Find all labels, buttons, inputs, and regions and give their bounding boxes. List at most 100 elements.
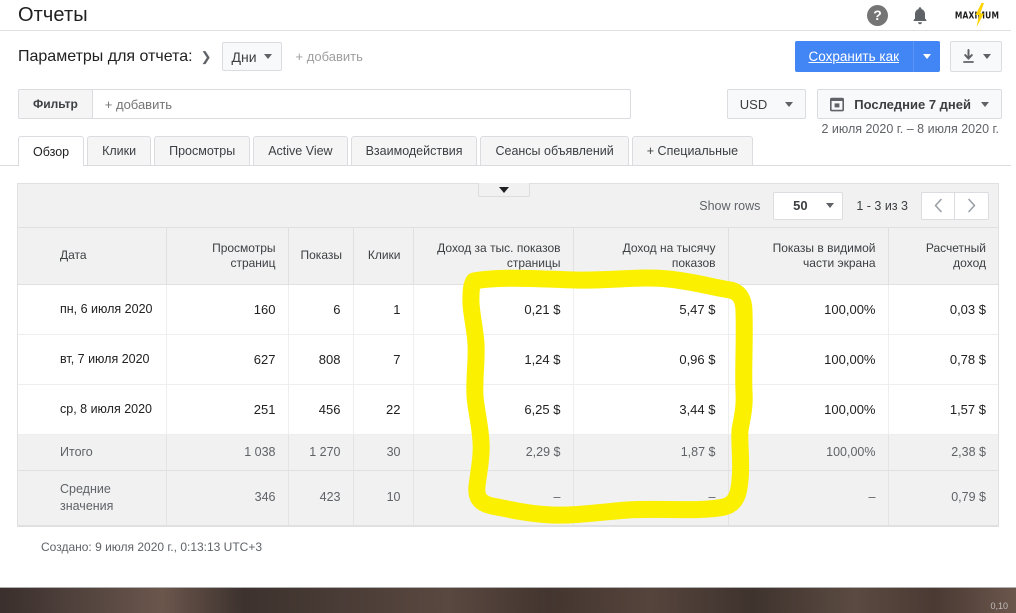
dimension-chip-days[interactable]: Дни <box>221 42 282 71</box>
tab-kliki[interactable]: Клики <box>87 136 152 165</box>
cell-total-viewable: 100,00% <box>728 434 889 471</box>
prev-page-button[interactable] <box>921 191 955 220</box>
date-range-text: 2 июля 2020 г. – 8 июля 2020 г. <box>821 122 999 136</box>
bottom-strip-number: 0,10 <box>990 601 1008 611</box>
cell-date: пн, 6 июля 2020 <box>18 284 167 335</box>
date-range-select[interactable]: Последние 7 дней <box>817 89 1002 119</box>
lightning-bolt-icon <box>975 3 984 27</box>
currency-select[interactable]: USD <box>726 89 807 119</box>
pagination-controls <box>921 191 989 220</box>
add-dimension-link[interactable]: + добавить <box>296 49 363 64</box>
params-actions: Сохранить как <box>794 41 1002 72</box>
top-bar: Отчеты ? MAXIMUM <box>0 0 1016 30</box>
cell-page-views: 160 <box>166 284 289 335</box>
tab-obzor[interactable]: Обзор <box>18 136 85 166</box>
filter-right-controls: USD Последние 7 дней <box>726 89 1002 119</box>
reports-page: Отчеты ? MAXIMUM Параметры для отчета: ❯… <box>0 0 1016 613</box>
next-page-button[interactable] <box>955 191 989 220</box>
cell-average-impression-rpm: – <box>573 470 729 526</box>
show-rows-label: Show rows <box>699 198 761 213</box>
filter-input[interactable] <box>92 90 630 118</box>
table-header-row: Дата Просмотры страниц Показы Клики Дохо… <box>18 228 998 285</box>
cell-impression-rpm: 0,96 $ <box>573 334 729 385</box>
chevron-right-icon <box>968 198 976 213</box>
report-params-label: Параметры для отчета: <box>18 47 193 65</box>
params-chevron-right-icon: ❯ <box>200 48 212 64</box>
tab-label: Active View <box>268 144 333 158</box>
filter-box: Фильтр <box>18 89 631 119</box>
cell-impression-rpm: 5,47 $ <box>573 284 729 335</box>
tab-prosmotry[interactable]: Просмотры <box>154 136 251 165</box>
cell-clicks: 22 <box>353 384 414 435</box>
table-row: ср, 8 июля 2020 251 456 22 6,25 $ 3,44 $… <box>18 384 998 435</box>
column-header-estimated-earnings[interactable]: Расчетный доход <box>888 228 998 285</box>
cell-average-page-rpm: – <box>413 470 574 526</box>
tab-seansy-obyavleniy[interactable]: Сеансы объявлений <box>480 136 629 165</box>
tab-vzaimodeystviya[interactable]: Взаимодействия <box>350 136 478 165</box>
chevron-down-icon <box>499 186 509 193</box>
rows-per-page-select[interactable]: 50 <box>773 191 844 220</box>
cell-total-clicks: 30 <box>353 434 414 471</box>
column-header-viewable-impressions[interactable]: Показы в видимой части экрана <box>728 228 889 285</box>
report-table: Дата Просмотры страниц Показы Клики Дохо… <box>18 228 998 526</box>
column-header-clicks[interactable]: Клики <box>353 228 414 285</box>
report-tabs: Обзор Клики Просмотры Active View Взаимо… <box>0 136 1016 166</box>
chevron-down-icon <box>826 203 835 208</box>
chevron-left-icon <box>934 198 942 213</box>
download-icon <box>963 48 974 63</box>
tab-label: Обзор <box>33 144 70 159</box>
filter-label: Фильтр <box>19 90 93 118</box>
tab-label: Взаимодействия <box>365 144 463 158</box>
cell-impressions: 6 <box>288 284 354 335</box>
cell-average-label: Средние значения <box>18 470 167 526</box>
cell-total-page-rpm: 2,29 $ <box>413 434 574 471</box>
cell-total-label: Итого <box>18 434 167 471</box>
save-as-button[interactable]: Сохранить как <box>794 41 913 72</box>
cell-average-viewable: – <box>728 470 889 526</box>
save-as-dropdown-button[interactable] <box>913 41 940 72</box>
cell-estimated-earnings: 0,03 $ <box>888 284 998 335</box>
dimension-chip-label: Дни <box>231 48 257 65</box>
cell-page-rpm: 0,21 $ <box>413 284 574 335</box>
column-header-page-views[interactable]: Просмотры страниц <box>166 228 289 285</box>
tab-spetsialnye[interactable]: + Специальные <box>631 136 754 165</box>
tab-active-view[interactable]: Active View <box>253 136 348 165</box>
bottom-page-strip: 0,10 <box>0 587 1016 613</box>
column-header-page-rpm[interactable]: Доход за тыс. показов страницы <box>413 228 574 285</box>
table-row: пн, 6 июля 2020 160 6 1 0,21 $ 5,47 $ 10… <box>18 284 998 335</box>
chevron-down-icon <box>983 54 991 59</box>
column-header-impression-rpm[interactable]: Доход на тысячу показов <box>573 228 729 285</box>
help-circle-icon[interactable]: ? <box>867 4 888 26</box>
cell-page-views: 627 <box>166 334 289 385</box>
calendar-icon <box>830 97 845 111</box>
tab-label: Сеансы объявлений <box>495 144 614 158</box>
download-button[interactable] <box>950 41 1002 72</box>
notifications-bell-icon[interactable] <box>910 5 930 26</box>
cell-date: ср, 8 июля 2020 <box>18 384 167 435</box>
report-table-card: Show rows 50 1 - 3 из 3 Дата Просмотры с… <box>17 183 999 527</box>
cell-average-impressions: 423 <box>288 470 354 526</box>
date-range-label: Последние 7 дней <box>854 96 971 112</box>
report-area: Show rows 50 1 - 3 из 3 Дата Просмотры с… <box>0 183 1016 554</box>
cell-impression-rpm: 3,44 $ <box>573 384 729 435</box>
cell-viewable: 100,00% <box>728 334 889 385</box>
cell-impressions: 456 <box>288 384 354 435</box>
cell-date: вт, 7 июля 2020 <box>18 334 167 385</box>
tab-label: Клики <box>102 144 137 158</box>
report-params-row: Параметры для отчета: ❯ Дни + добавить С… <box>0 30 1016 82</box>
column-header-date[interactable]: Дата <box>18 228 167 285</box>
column-header-impressions[interactable]: Показы <box>288 228 354 285</box>
chevron-down-icon <box>785 101 794 107</box>
page-title: Отчеты <box>18 4 88 26</box>
collapse-chart-toggle[interactable] <box>478 183 530 197</box>
chevron-down-icon <box>981 101 989 107</box>
cell-total-impressions: 1 270 <box>288 434 354 471</box>
right-gutter <box>1011 0 1016 587</box>
cell-page-rpm: 1,24 $ <box>413 334 574 385</box>
cell-estimated-earnings: 0,78 $ <box>888 334 998 385</box>
chevron-down-icon <box>923 54 931 59</box>
cell-viewable: 100,00% <box>728 284 889 335</box>
cell-average-page-views: 346 <box>166 470 289 526</box>
table-total-row: Итого 1 038 1 270 30 2,29 $ 1,87 $ 100,0… <box>18 434 998 471</box>
cell-clicks: 7 <box>353 334 414 385</box>
